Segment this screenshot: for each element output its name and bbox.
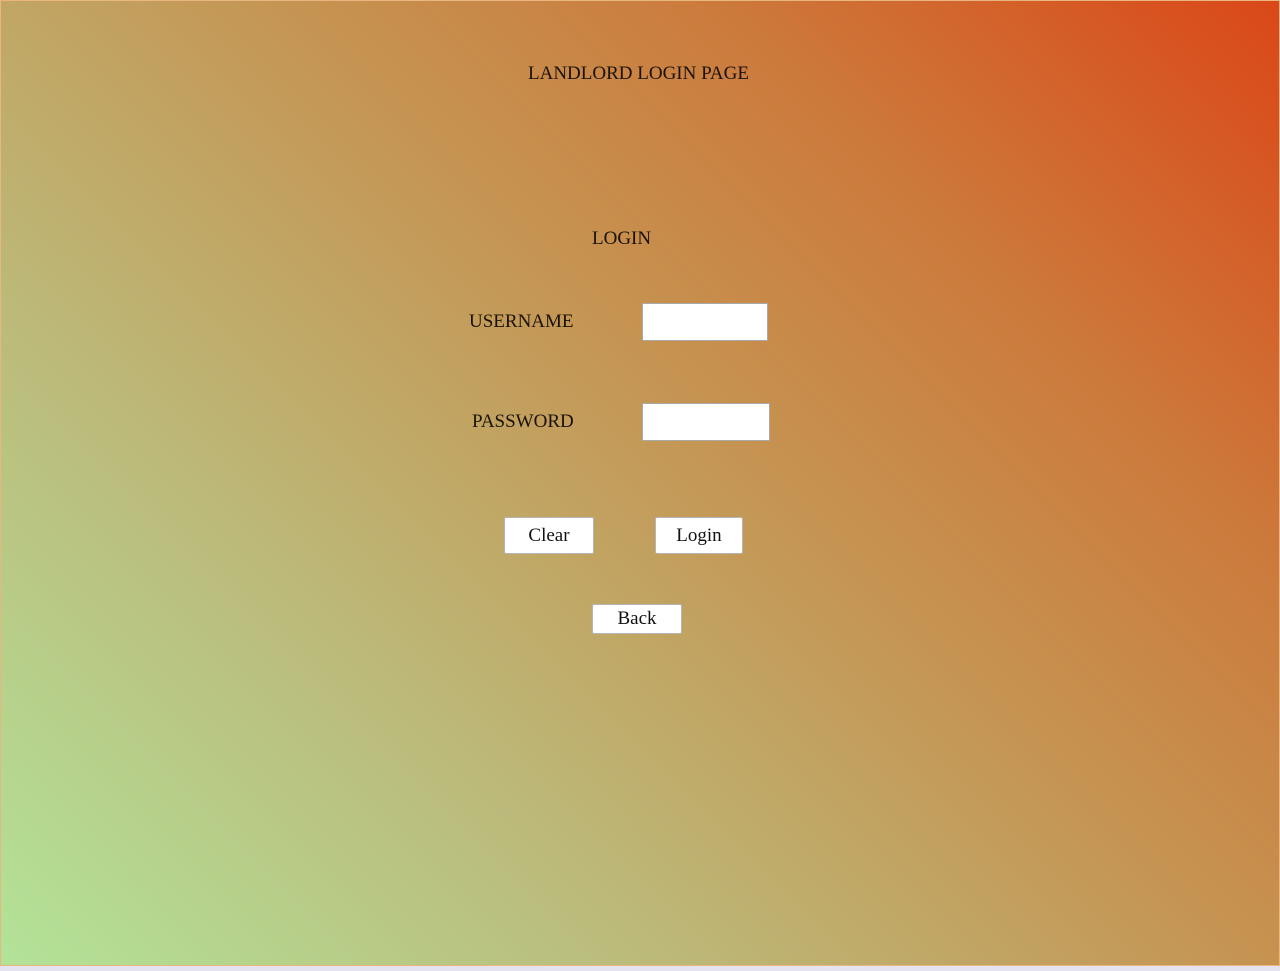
window-bottom-edge xyxy=(0,966,1280,971)
password-input[interactable] xyxy=(642,403,770,441)
login-heading: LOGIN xyxy=(592,228,652,249)
clear-button[interactable]: Clear xyxy=(504,517,594,554)
username-input[interactable] xyxy=(642,303,768,341)
page-title: LANDLORD LOGIN PAGE xyxy=(528,63,749,84)
back-button[interactable]: Back xyxy=(592,604,682,634)
username-label: USERNAME xyxy=(469,311,574,332)
login-window: LANDLORD LOGIN PAGE LOGIN USERNAME PASSW… xyxy=(0,0,1280,966)
login-button[interactable]: Login xyxy=(655,517,743,554)
password-label: PASSWORD xyxy=(472,411,574,432)
